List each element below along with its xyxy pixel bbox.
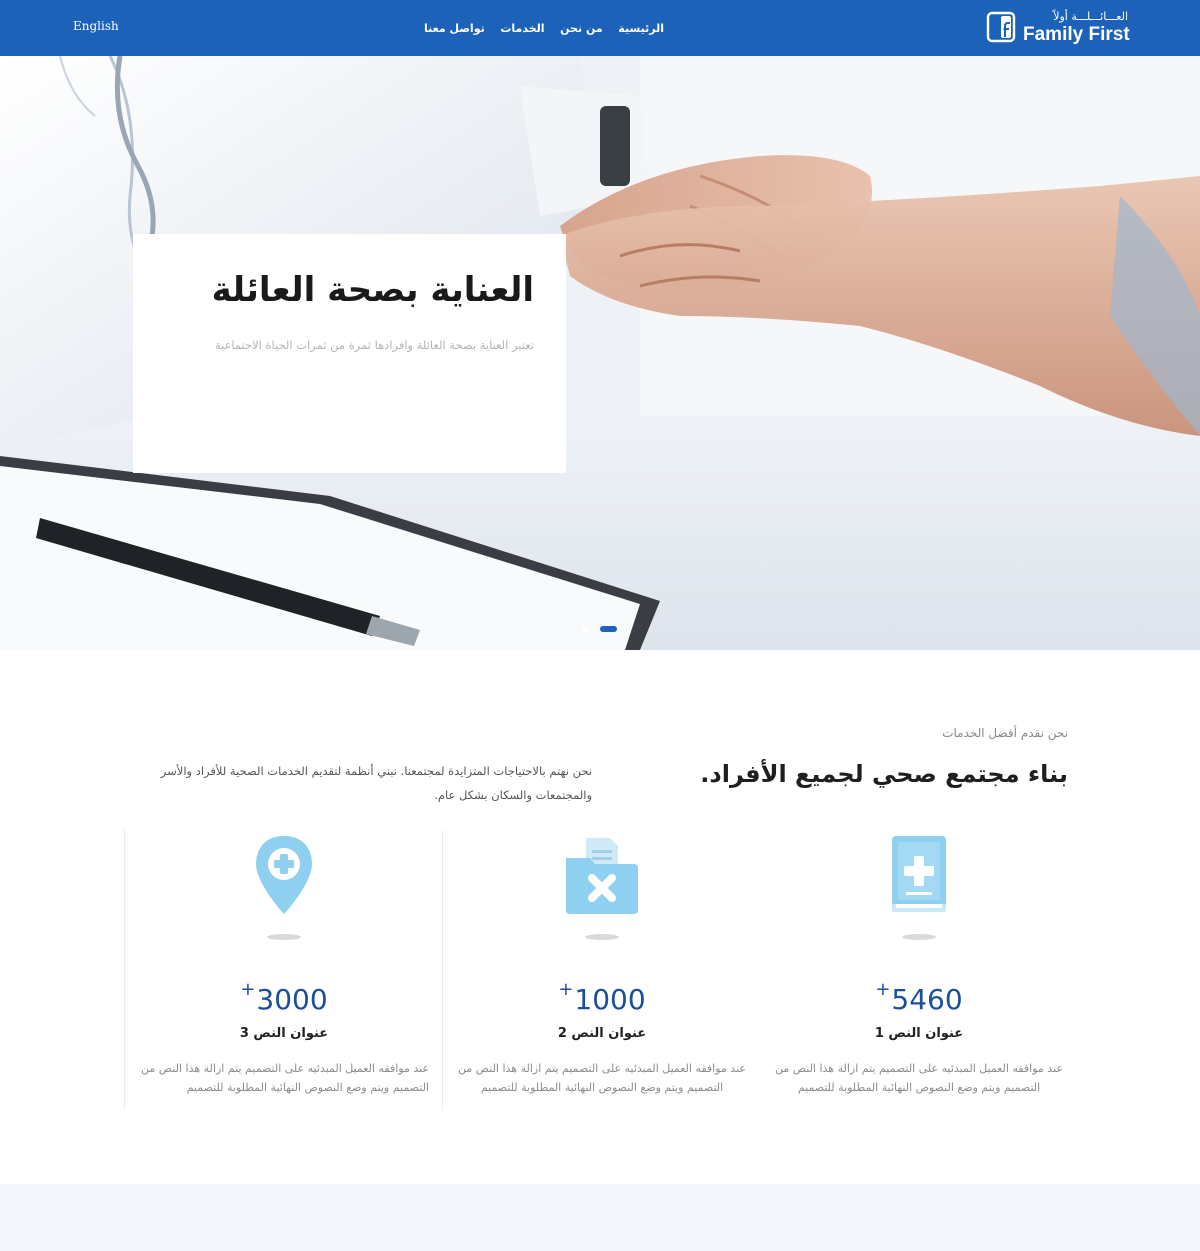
stat-description: عند موافقه العميل المبدئيه على التصميم ي… [458,1062,746,1094]
logo-arabic-text: العـــائـــلـــة أولاً [1053,10,1128,23]
medical-folder-icon [566,838,638,914]
nav-item-contact[interactable]: تواصل معنا [424,22,485,35]
slider-pagination [580,625,620,635]
language-switch-link[interactable]: English [73,19,119,33]
icon-shadow [902,934,936,940]
slider-dot-2-active[interactable] [600,626,617,632]
icon-shadow [585,934,619,940]
medical-book-icon [892,836,946,912]
stat-number: +1000 [443,970,761,1020]
section-eyebrow: نحن نقدم أفضل الخدمات [942,726,1068,740]
stat-description: عند موافقه العميل المبدئيه على التصميم ي… [141,1062,429,1094]
stat-card-1: +5460 عنوان النص 1 عند موافقه العميل الم… [760,830,1078,1110]
top-navigation-bar: English الرئيسية من نحن الخدمات تواصل مع… [0,0,1200,56]
stat-value: 3000 [256,983,328,1016]
stat-value: 5460 [891,983,963,1016]
stat-plus-sign: + [875,979,891,1000]
stat-card-2: +1000 عنوان النص 2 عند موافقه العميل الم… [442,830,760,1110]
section-description: نحن نهتم بالاحتياجات المتزايدة لمجتمعنا.… [160,764,592,802]
hero-caption-card: العناية بصحة العائلة تعتبر العناية بصحة … [133,234,566,473]
stat-value: 1000 [574,983,646,1016]
hero-slider: العناية بصحة العائلة تعتبر العناية بصحة … [0,56,1200,650]
section-title: بناء مجتمع صحي لجميع الأفراد. [700,760,1068,788]
stat-card-3: +3000 عنوان النص 3 عند موافقه العميل الم… [124,830,442,1110]
family-first-logo[interactable]: العـــائـــلـــة أولاً Family First [986,10,1131,46]
stat-plus-sign: + [558,979,574,1000]
icon-shadow [267,934,301,940]
main-navigation: الرئيسية من نحن الخدمات تواصل معنا [424,17,664,39]
medical-location-pin-icon [256,836,312,914]
stat-plus-sign: + [240,979,256,1000]
stat-label: عنوان النص 2 [557,1026,647,1041]
hero-title: العناية بصحة العائلة [211,270,534,310]
slider-dot-1[interactable] [582,626,588,632]
nav-item-about[interactable]: من نحن [560,22,603,35]
logo-english-text: Family First [1023,24,1130,45]
nav-item-services[interactable]: الخدمات [500,22,544,35]
logo-mark-icon [986,11,1016,43]
stat-label: عنوان النص 1 [874,1026,964,1041]
stat-number: +5460 [760,970,1078,1020]
stat-label: عنوان النص 3 [239,1026,329,1041]
nav-item-home[interactable]: الرئيسية [618,22,664,35]
next-section-band [0,1184,1200,1251]
stat-number: +3000 [125,970,443,1020]
hero-subtitle: تعتبر العناية بصحة العائلة وافرادها ثمرة… [214,338,534,352]
stat-description: عند موافقه العميل المبدئيه على التصميم ي… [775,1062,1063,1094]
